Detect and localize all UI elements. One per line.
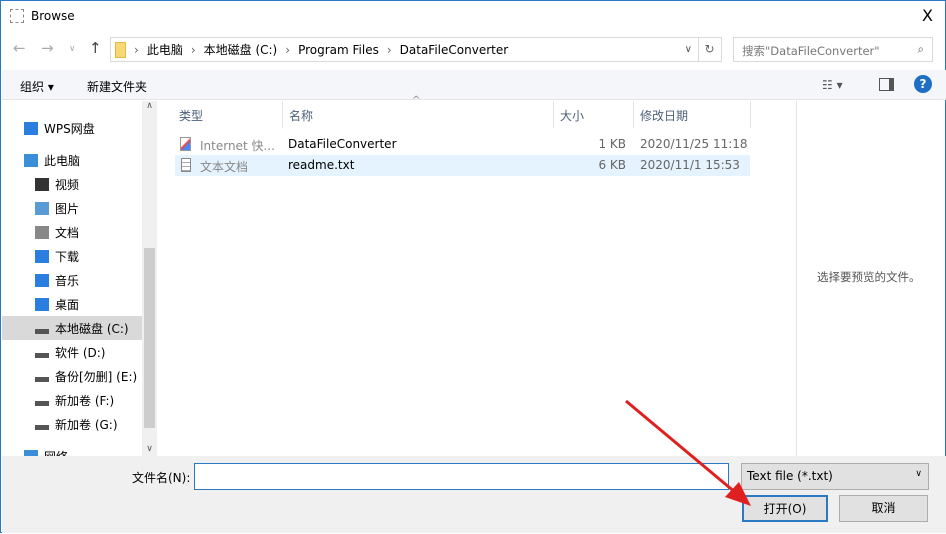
nav-item[interactable]: 桌面 [2, 292, 142, 316]
nav-item[interactable]: 视频 [2, 172, 142, 196]
refresh-button[interactable]: ↻ [698, 37, 722, 62]
file-name: DataFileConverter [288, 137, 397, 151]
file-name: readme.txt [288, 158, 355, 172]
nav-item[interactable]: 音乐 [2, 268, 142, 292]
crumb[interactable]: DataFileConverter [400, 43, 509, 57]
nav-item[interactable]: 本地磁盘 (C:) [2, 316, 142, 340]
drive-icon [35, 400, 49, 406]
help-icon[interactable]: ? [914, 75, 932, 93]
folder-icon [115, 41, 126, 58]
column-date[interactable]: 修改日期 [634, 101, 751, 128]
nav-item-label: 网络 [44, 448, 68, 457]
download-icon [35, 249, 49, 263]
nav-item[interactable]: 文档 [2, 220, 142, 244]
drive-icon [35, 424, 49, 430]
view-options-icon[interactable]: ☷ ▾ [822, 78, 843, 92]
file-date: 2020/11/25 11:18 [640, 137, 748, 151]
app-icon [10, 9, 24, 23]
nav-item-label: 下载 [55, 249, 80, 264]
drive-icon [35, 352, 49, 358]
nav-item[interactable]: 网络 [2, 444, 142, 456]
window-title: Browse [31, 9, 75, 23]
organize-menu[interactable]: 组织 ▾ [20, 78, 54, 95]
preview-message: 选择要预览的文件。 [817, 270, 921, 284]
nav-item-label: 本地磁盘 (C:) [55, 321, 129, 336]
nav-item-label: 桌面 [55, 297, 80, 312]
search-input[interactable]: 搜索"DataFileConverter" ⌕ [733, 37, 933, 62]
video-icon [35, 177, 49, 191]
navigation-pane: WPS网盘此电脑视频图片文档下载音乐桌面本地磁盘 (C:) 软件 (D:) 备份[勿… [2, 101, 157, 456]
file-type: Internet 快... [200, 139, 275, 153]
music-icon [35, 273, 49, 287]
internet-shortcut-icon [180, 137, 191, 151]
nav-item[interactable]: 下载 [2, 244, 142, 268]
nav-item[interactable]: 新加卷 (F:) [2, 388, 142, 412]
nav-item-label: 音乐 [55, 273, 80, 288]
filename-label: 文件名(N): [132, 471, 191, 485]
file-type-select[interactable]: Text file (*.txt) ∨ [741, 463, 929, 490]
up-button[interactable]: ↑ [89, 39, 102, 57]
nav-item-label: 文档 [55, 225, 80, 240]
file-size: 6 KB [598, 158, 626, 172]
nav-item-label: 新加卷 (G:) [55, 417, 118, 432]
address-bar[interactable]: › 此电脑 › 本地磁盘 (C:) › Program Files › DataFile… [110, 37, 699, 62]
new-folder-button[interactable]: 新建文件夹 [87, 78, 147, 95]
column-type[interactable]: 类型 [173, 101, 283, 128]
picture-icon [35, 201, 49, 215]
nav-item[interactable]: 此电脑 [2, 148, 142, 172]
document-icon [35, 225, 49, 239]
nav-item[interactable]: 备份[勿删] (E:) [2, 364, 142, 388]
open-button[interactable]: 打开(O) [742, 495, 828, 522]
nav-item[interactable]: WPS网盘 [2, 116, 142, 140]
nav-item-label: WPS网盘 [44, 121, 95, 136]
scrollbar-thumb[interactable] [144, 248, 155, 428]
file-size: 1 KB [598, 137, 626, 151]
chevron-down-icon[interactable]: ∨ [685, 44, 692, 55]
nav-item[interactable]: 软件 (D:) [2, 340, 142, 364]
nav-item-label: 视频 [55, 177, 80, 192]
close-button[interactable]: X [922, 6, 933, 25]
drive-icon [35, 328, 49, 334]
drive-icon [35, 376, 49, 382]
nav-item-label: 此电脑 [44, 153, 81, 168]
crumb[interactable]: Program Files [298, 43, 379, 57]
nav-item-label: 软件 (D:) [55, 345, 106, 360]
cloud-icon [24, 121, 38, 135]
column-size[interactable]: 大小 [554, 101, 634, 128]
nav-item-label: 图片 [55, 201, 80, 216]
recent-dropdown[interactable]: ∨ [69, 44, 76, 54]
toolbar: 组织 ▾ 新建文件夹 ☷ ▾ ? [2, 70, 946, 100]
forward-button[interactable]: → [41, 39, 54, 57]
text-file-icon [181, 158, 191, 172]
nav-item[interactable]: 新加卷 (G:) [2, 412, 142, 436]
file-date: 2020/11/1 15:53 [640, 158, 740, 172]
nav-item-label: 备份[勿删] (E:) [55, 369, 138, 384]
preview-pane-icon[interactable] [879, 78, 894, 91]
file-type: 文本文档 [200, 160, 249, 174]
back-button[interactable]: ← [13, 39, 26, 57]
sort-ascending-icon: ^ [412, 95, 421, 106]
cancel-button[interactable]: 取消 [839, 495, 928, 522]
nav-item-label: 新加卷 (F:) [55, 393, 115, 408]
file-row[interactable]: 文本文档 readme.txt 6 KB 2020/11/1 15:53 [175, 155, 750, 176]
computer-icon [24, 153, 38, 167]
nav-item[interactable]: 图片 [2, 196, 142, 220]
crumb[interactable]: 本地磁盘 (C:) [204, 41, 278, 58]
crumb[interactable]: 此电脑 [147, 41, 183, 58]
preview-pane: 选择要预览的文件。 [796, 101, 946, 456]
filename-input[interactable] [194, 463, 729, 490]
search-icon: ⌕ [917, 42, 924, 56]
file-row[interactable]: Internet 快... DataFileConverter 1 KB 202… [175, 134, 750, 155]
browse-dialog: Browse X ← → ∨ ↑ › 此电脑 › 本地磁盘 (C:) › Progra… [0, 0, 946, 533]
desktop-icon [35, 297, 49, 311]
